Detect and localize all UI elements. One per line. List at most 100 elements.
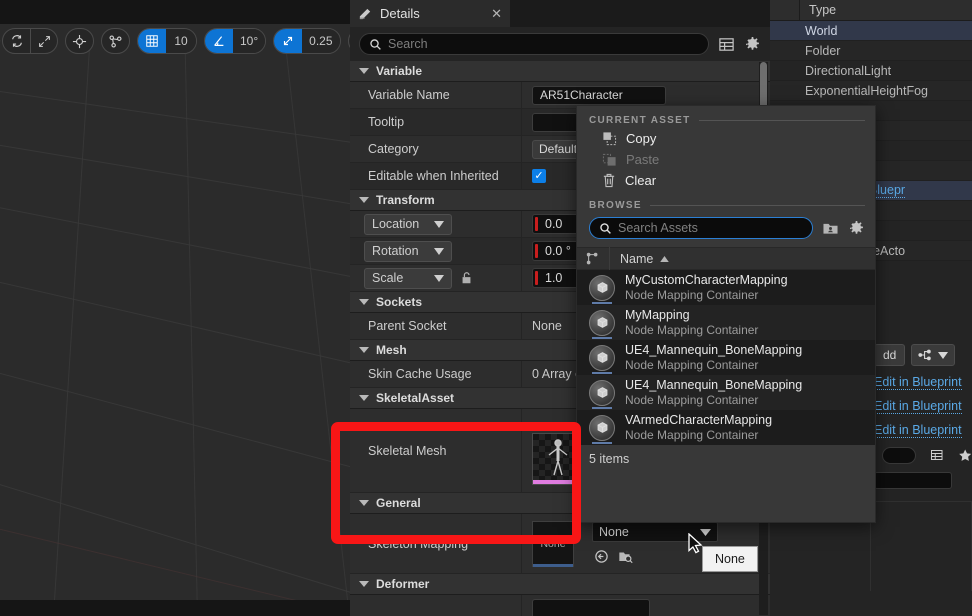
scale-snap-toggle[interactable]: [274, 29, 303, 53]
star-icon[interactable]: [958, 447, 972, 464]
tab-details[interactable]: Details ✕: [350, 0, 510, 27]
outliner-row[interactable]: Folder: [770, 41, 972, 61]
search-input[interactable]: Search: [359, 33, 709, 55]
search-icon: [370, 38, 381, 50]
value-pill[interactable]: [882, 446, 917, 464]
search-placeholder: Search: [388, 37, 428, 51]
pivot-icon[interactable]: [65, 28, 94, 54]
outliner-row-label: Folder: [805, 43, 841, 58]
details-search-row: Search: [350, 27, 770, 61]
grid-snap-group[interactable]: 10: [137, 28, 197, 54]
outliner-text-field[interactable]: [874, 472, 952, 489]
scale-axis-dropdown[interactable]: Scale: [350, 265, 522, 291]
folder-filter-icon[interactable]: [822, 221, 839, 236]
rotate-snap-icon[interactable]: [3, 29, 30, 53]
outliner-row[interactable]: DirectionalLight: [770, 61, 972, 81]
grid-snap-toggle[interactable]: [138, 29, 166, 53]
asset-list-item-text: UE4_Mannequin_BoneMapping Node Mapping Co…: [625, 343, 802, 372]
gear-icon[interactable]: [848, 220, 865, 237]
parent-socket-value[interactable]: None: [532, 319, 562, 333]
viewport-top-strip: [0, 0, 350, 24]
location-axis-dropdown[interactable]: Location: [350, 211, 522, 237]
category-variable[interactable]: Variable: [350, 61, 770, 82]
level-viewport[interactable]: 10 10° 0.25: [0, 0, 350, 616]
gear-icon[interactable]: [744, 36, 761, 53]
asset-list-item[interactable]: VArmedCharacterMapping Node Mapping Conta…: [577, 410, 875, 445]
expand-icon[interactable]: [30, 29, 57, 53]
scale-snap-group[interactable]: 0.25: [273, 28, 341, 54]
node-mapping-container-icon: [589, 274, 615, 304]
node-graph-dropdown[interactable]: [911, 344, 956, 366]
asset-list-item-text: MyCustomCharacterMapping Node Mapping Con…: [625, 273, 788, 302]
category-deformer[interactable]: Deformer: [350, 574, 770, 595]
outliner-type-header[interactable]: Type: [800, 3, 836, 17]
viewport-grid: [0, 40, 350, 616]
row-parent-socket-label: Parent Socket: [350, 313, 522, 339]
tooltip-text: None: [715, 552, 745, 566]
find-in-content-browser-icon[interactable]: [618, 549, 634, 564]
row-variable-name-label: Variable Name: [350, 82, 522, 108]
asset-list-item[interactable]: UE4_Mannequin_BoneMapping Node Mapping Co…: [577, 340, 875, 375]
category-transform-label: Transform: [376, 193, 435, 207]
outliner-row[interactable]: World: [770, 21, 972, 41]
node-mapping-container-icon: [589, 414, 615, 444]
asset-name: UE4_Mannequin_BoneMapping: [625, 378, 803, 392]
table-view-icon[interactable]: [930, 447, 944, 463]
grid-snap-value[interactable]: 10: [166, 29, 196, 53]
add-button[interactable]: dd: [874, 344, 906, 366]
menu-item-copy[interactable]: Copy: [577, 128, 875, 149]
deformer-input[interactable]: [532, 598, 650, 616]
row-editable-label: Editable when Inherited: [350, 163, 522, 189]
table-view-icon[interactable]: [718, 36, 735, 53]
transform-icon[interactable]: [101, 28, 130, 54]
menu-item-clear-label: Clear: [625, 173, 657, 188]
asset-list-item-text: VArmedCharacterMapping Node Mapping Conta…: [625, 413, 772, 442]
rotation-axis-dropdown[interactable]: Rotation: [350, 238, 522, 264]
browse-icon[interactable]: [594, 549, 609, 564]
rotation-label: Rotation: [372, 244, 419, 258]
copy-icon: [603, 132, 617, 146]
asset-list-item[interactable]: UE4_Mannequin_BoneMapping Node Mapping Co…: [577, 375, 875, 410]
category-sockets-label: Sockets: [376, 295, 423, 309]
category-general-label: General: [376, 496, 421, 510]
editable-checkbox[interactable]: ✓: [532, 169, 546, 183]
transform-glyph: [102, 29, 129, 53]
scale-axis-combo[interactable]: Scale: [364, 267, 452, 289]
hierarchy-icon[interactable]: [577, 252, 609, 266]
current-asset-section-header: CURRENT ASSET: [577, 106, 875, 128]
outliner-col-split: [770, 0, 800, 21]
asset-list-item[interactable]: MyMapping Node Mapping Container: [577, 305, 875, 340]
asset-count-label: 5 items: [589, 452, 630, 466]
details-scrollbar-thumb[interactable]: [760, 62, 767, 110]
menu-item-clear[interactable]: Clear: [577, 170, 875, 191]
outliner-row[interactable]: ExponentialHeightFog: [770, 81, 972, 101]
angle-snap-group[interactable]: 10°: [204, 28, 267, 54]
chevron-down-icon: [359, 581, 369, 587]
node-mapping-container-icon: [589, 309, 615, 339]
snap-mode-group[interactable]: [2, 28, 58, 54]
search-icon: [600, 222, 611, 234]
rotation-x-value: 0.0 °: [545, 244, 571, 258]
angle-snap-value[interactable]: 10°: [233, 29, 266, 53]
outliner-row-label: DirectionalLight: [805, 63, 892, 78]
viewport-toolbar[interactable]: 10 10° 0.25: [0, 26, 350, 56]
skeleton-mapping-value: None: [599, 525, 629, 539]
angle-snap-toggle[interactable]: [205, 29, 233, 53]
skeleton-mapping-thumbnail[interactable]: None: [532, 521, 574, 567]
asset-name: UE4_Mannequin_BoneMapping: [625, 343, 803, 357]
rotation-axis-combo[interactable]: Rotation: [364, 240, 452, 262]
sort-ascending-icon: [660, 255, 670, 262]
asset-list-item[interactable]: MyCustomCharacterMapping Node Mapping Con…: [577, 270, 875, 305]
menu-item-paste[interactable]: Paste: [577, 149, 875, 170]
unlock-icon[interactable]: [460, 271, 473, 285]
scale-snap-value[interactable]: 0.25: [302, 29, 340, 53]
asset-search-input[interactable]: Search Assets: [589, 217, 813, 239]
column-header-name[interactable]: Name: [609, 247, 875, 270]
variable-name-input[interactable]: AR51Character: [532, 85, 666, 105]
close-icon[interactable]: ✕: [491, 6, 502, 22]
outliner-row-label: ExponentialHeightFog: [805, 83, 928, 98]
location-label: Location: [372, 217, 420, 231]
location-axis-combo[interactable]: Location: [364, 213, 452, 235]
row-tooltip-label: Tooltip: [350, 109, 522, 135]
row-category-label: Category: [350, 136, 522, 162]
